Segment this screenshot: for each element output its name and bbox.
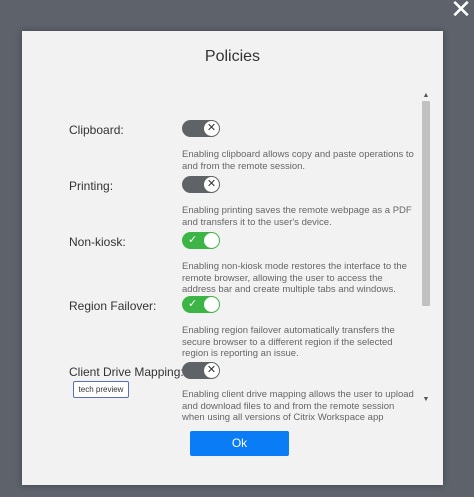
ok-button[interactable]: Ok <box>190 431 289 456</box>
policy-description: Enabling client drive mapping allows the… <box>182 389 414 425</box>
policy-label: Printing: <box>69 179 114 193</box>
close-icon[interactable]: ✕ <box>450 0 472 22</box>
policies-dialog: Policies Clipboard: ✕ Enabling clipboard… <box>22 31 443 485</box>
toggle-knob: ✕ <box>204 121 219 136</box>
tech-preview-badge[interactable]: tech preview <box>73 381 129 398</box>
client-drive-mapping-toggle[interactable]: ✕ <box>182 362 220 379</box>
policy-label: Region Failover: <box>69 299 157 313</box>
scrollbar[interactable]: ▲ ▼ <box>421 92 431 404</box>
policy-description: Enabling region failover automatically t… <box>182 325 395 359</box>
policies-list: Clipboard: ✕ Enabling clipboard allows c… <box>22 85 428 425</box>
policy-description: Enabling non-kiosk mode restores the int… <box>182 261 407 295</box>
scroll-down-arrow-icon[interactable]: ▼ <box>421 396 431 404</box>
non-kiosk-toggle[interactable]: ✓ <box>182 232 220 249</box>
region-failover-toggle[interactable]: ✓ <box>182 296 220 313</box>
policy-label: Client Drive Mapping: <box>69 365 184 379</box>
scroll-up-arrow-icon[interactable]: ▲ <box>421 92 431 100</box>
policy-description: Enabling printing saves the remote webpa… <box>182 205 412 228</box>
policy-description: Enabling clipboard allows copy and paste… <box>182 149 414 172</box>
x-icon: ✕ <box>206 122 217 134</box>
toggle-knob <box>204 233 219 248</box>
policy-label: Clipboard: <box>69 123 124 137</box>
x-icon: ✕ <box>206 178 217 190</box>
check-icon: ✓ <box>188 234 198 246</box>
x-icon: ✕ <box>206 364 217 376</box>
toggle-knob <box>204 297 219 312</box>
scrollbar-thumb[interactable] <box>422 101 430 306</box>
clipboard-toggle[interactable]: ✕ <box>182 120 220 137</box>
printing-toggle[interactable]: ✕ <box>182 176 220 193</box>
toggle-knob: ✕ <box>204 363 219 378</box>
check-icon: ✓ <box>188 298 198 310</box>
toggle-knob: ✕ <box>204 177 219 192</box>
policy-label: Non-kiosk: <box>69 235 126 249</box>
dialog-title: Policies <box>204 48 261 65</box>
